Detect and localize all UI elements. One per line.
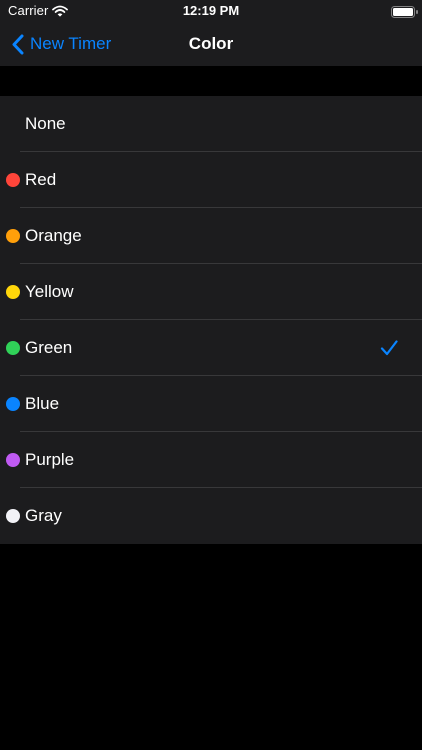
color-option-label: Gray bbox=[25, 506, 62, 525]
purple-color-swatch bbox=[6, 453, 20, 467]
battery-icon bbox=[391, 5, 419, 18]
orange-color-swatch bbox=[6, 229, 20, 243]
status-time: 12:19 PM bbox=[182, 3, 240, 18]
checkmark-icon bbox=[380, 340, 398, 356]
color-option-label: Yellow bbox=[25, 282, 74, 301]
color-option-label: Red bbox=[25, 170, 57, 189]
color-option-none[interactable]: None bbox=[0, 96, 422, 152]
red-color-swatch bbox=[6, 173, 20, 187]
color-option-purple[interactable]: Purple bbox=[0, 432, 422, 488]
navigation-bar: New Timer Color bbox=[0, 22, 422, 66]
color-option-label: Orange bbox=[25, 226, 82, 245]
color-option-label: None bbox=[25, 114, 66, 133]
green-color-swatch bbox=[6, 341, 20, 355]
color-option-blue[interactable]: Blue bbox=[0, 376, 422, 432]
page-title: Color bbox=[188, 34, 234, 53]
color-option-gray[interactable]: Gray bbox=[0, 488, 422, 544]
color-options-list: None Red Orange Yellow Green Blue Purple Gray bbox=[0, 96, 422, 544]
color-option-red[interactable]: Red bbox=[0, 152, 422, 208]
color-option-label: Blue bbox=[25, 394, 60, 413]
color-option-orange[interactable]: Orange bbox=[0, 208, 422, 264]
status-bar: Carrier 12:19 PM bbox=[0, 0, 422, 22]
color-option-green[interactable]: Green bbox=[0, 320, 422, 376]
color-option-label: Green bbox=[25, 338, 73, 357]
gray-color-swatch bbox=[6, 509, 20, 523]
yellow-color-swatch bbox=[6, 285, 20, 299]
color-option-label: Purple bbox=[25, 450, 75, 469]
blue-color-swatch bbox=[6, 397, 20, 411]
color-option-yellow[interactable]: Yellow bbox=[0, 264, 422, 320]
